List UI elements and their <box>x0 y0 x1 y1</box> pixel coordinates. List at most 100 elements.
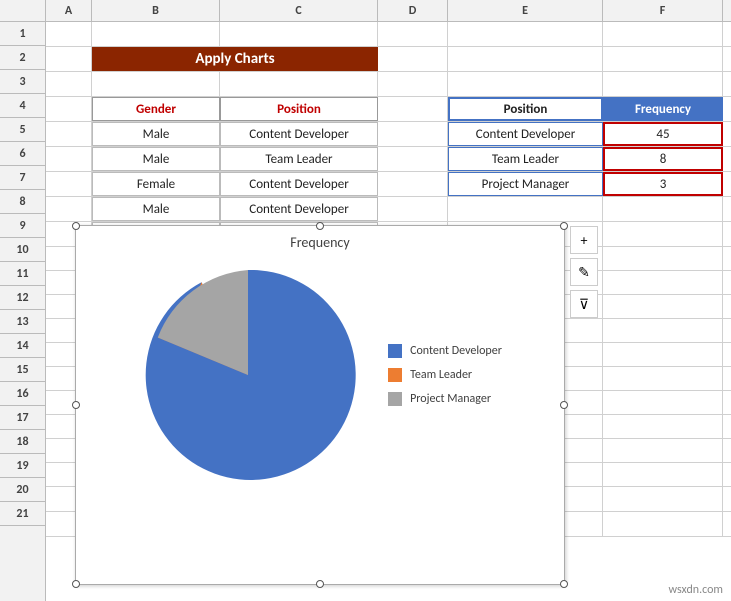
cell-b6[interactable]: Male <box>92 147 220 171</box>
cell-b3[interactable] <box>92 72 220 96</box>
cell-c5[interactable]: Content Developer <box>220 122 378 146</box>
cell-f2[interactable] <box>603 47 723 71</box>
col-header-e[interactable]: E <box>448 0 603 21</box>
cell-d5[interactable] <box>378 122 448 146</box>
cell-e5-rt[interactable]: Content Developer <box>448 122 603 146</box>
handle-mr[interactable] <box>560 401 568 409</box>
cell-c8[interactable]: Content Developer <box>220 197 378 221</box>
row-header-20[interactable]: 20 <box>0 478 45 502</box>
cell-b4-gender-header[interactable]: Gender <box>92 97 220 121</box>
cell-a1[interactable] <box>46 22 92 46</box>
cell-e1[interactable] <box>448 22 603 46</box>
chart-container[interactable]: Frequency <box>75 225 565 585</box>
handle-tl[interactable] <box>72 222 80 230</box>
row-header-10[interactable]: 10 <box>0 238 45 262</box>
legend-label-team-leader: Team Leader <box>410 368 472 382</box>
row-header-16[interactable]: 16 <box>0 382 45 406</box>
row-header-18[interactable]: 18 <box>0 430 45 454</box>
cell-a3[interactable] <box>46 72 92 96</box>
chart-add-button[interactable]: + <box>570 226 598 254</box>
cell-b5[interactable]: Male <box>92 122 220 146</box>
row-header-7[interactable]: 7 <box>0 166 45 190</box>
legend-item-project-mgr: Project Manager <box>388 392 502 406</box>
chart-filter-button[interactable]: ⊽ <box>570 290 598 318</box>
cell-f4-rt-frequency[interactable]: Frequency <box>603 97 723 121</box>
cell-f21[interactable] <box>603 512 723 536</box>
pie-slice-content-dev <box>146 270 356 480</box>
column-headers: A B C D E F <box>0 0 731 22</box>
handle-bc[interactable] <box>316 580 324 588</box>
row-header-19[interactable]: 19 <box>0 454 45 478</box>
cell-e2[interactable] <box>448 47 603 71</box>
cell-b1[interactable] <box>92 22 220 46</box>
row-header-11[interactable]: 11 <box>0 262 45 286</box>
cell-f7-rt[interactable]: 3 <box>603 172 723 196</box>
row-header-6[interactable]: 6 <box>0 142 45 166</box>
cell-f3[interactable] <box>603 72 723 96</box>
col-header-a[interactable]: A <box>46 0 92 21</box>
chart-edit-button[interactable]: ✎ <box>570 258 598 286</box>
cell-d4[interactable] <box>378 97 448 121</box>
cell-f10[interactable] <box>603 247 723 271</box>
cell-f6-rt[interactable]: 8 <box>603 147 723 171</box>
row-header-21[interactable]: 21 <box>0 502 45 526</box>
cell-c3[interactable] <box>220 72 378 96</box>
handle-bl[interactable] <box>72 580 80 588</box>
row-header-9[interactable]: 9 <box>0 214 45 238</box>
legend-color-project-mgr <box>388 392 402 406</box>
cell-a5[interactable] <box>46 122 92 146</box>
cell-b8[interactable]: Male <box>92 197 220 221</box>
row-header-8[interactable]: 8 <box>0 190 45 214</box>
row-header-15[interactable]: 15 <box>0 358 45 382</box>
row-header-14[interactable]: 14 <box>0 334 45 358</box>
row-header-1[interactable]: 1 <box>0 22 45 46</box>
cell-c7[interactable]: Content Developer <box>220 172 378 196</box>
cell-e6-rt[interactable]: Team Leader <box>448 147 603 171</box>
cell-e4-rt-position[interactable]: Position <box>448 97 603 121</box>
row-8: Male Content Developer <box>46 197 731 222</box>
cell-d6[interactable] <box>378 147 448 171</box>
cell-b7[interactable]: Female <box>92 172 220 196</box>
handle-tr[interactable] <box>560 222 568 230</box>
col-header-b[interactable]: B <box>92 0 220 21</box>
cell-e3[interactable] <box>448 72 603 96</box>
cell-c4-position-header[interactable]: Position <box>220 97 378 121</box>
cell-e8[interactable] <box>448 197 603 221</box>
col-header-f[interactable]: F <box>603 0 723 21</box>
row-header-13[interactable]: 13 <box>0 310 45 334</box>
cell-b2-title[interactable]: Apply Charts <box>92 47 378 71</box>
cell-a2[interactable] <box>46 47 92 71</box>
row-header-2[interactable]: 2 <box>0 46 45 70</box>
row-7: Female Content Developer Project Manager… <box>46 172 731 197</box>
legend-color-team-leader <box>388 368 402 382</box>
handle-br[interactable] <box>560 580 568 588</box>
cell-c1[interactable] <box>220 22 378 46</box>
cell-a6[interactable] <box>46 147 92 171</box>
chart-title: Frequency <box>76 226 564 255</box>
cell-f5-rt[interactable]: 45 <box>603 122 723 146</box>
cell-d8[interactable] <box>378 197 448 221</box>
cell-d1[interactable] <box>378 22 448 46</box>
row-header-4[interactable]: 4 <box>0 94 45 118</box>
cell-f20[interactable] <box>603 487 723 511</box>
row-header-17[interactable]: 17 <box>0 406 45 430</box>
cell-f9[interactable] <box>603 222 723 246</box>
row-header-5[interactable]: 5 <box>0 118 45 142</box>
row-header-12[interactable]: 12 <box>0 286 45 310</box>
handle-ml[interactable] <box>72 401 80 409</box>
row-header-3[interactable]: 3 <box>0 70 45 94</box>
cell-f8[interactable] <box>603 197 723 221</box>
cell-d3[interactable] <box>378 72 448 96</box>
cell-a4[interactable] <box>46 97 92 121</box>
row-headers: 1 2 3 4 5 6 7 8 9 10 11 12 13 14 15 16 1… <box>0 22 46 601</box>
cell-d2[interactable] <box>378 47 448 71</box>
cell-d7[interactable] <box>378 172 448 196</box>
cell-e7-rt[interactable]: Project Manager <box>448 172 603 196</box>
cell-a7[interactable] <box>46 172 92 196</box>
col-header-c[interactable]: C <box>220 0 378 21</box>
cell-a8[interactable] <box>46 197 92 221</box>
handle-tc[interactable] <box>316 222 324 230</box>
cell-c6[interactable]: Team Leader <box>220 147 378 171</box>
col-header-d[interactable]: D <box>378 0 448 21</box>
cell-f1[interactable] <box>603 22 723 46</box>
